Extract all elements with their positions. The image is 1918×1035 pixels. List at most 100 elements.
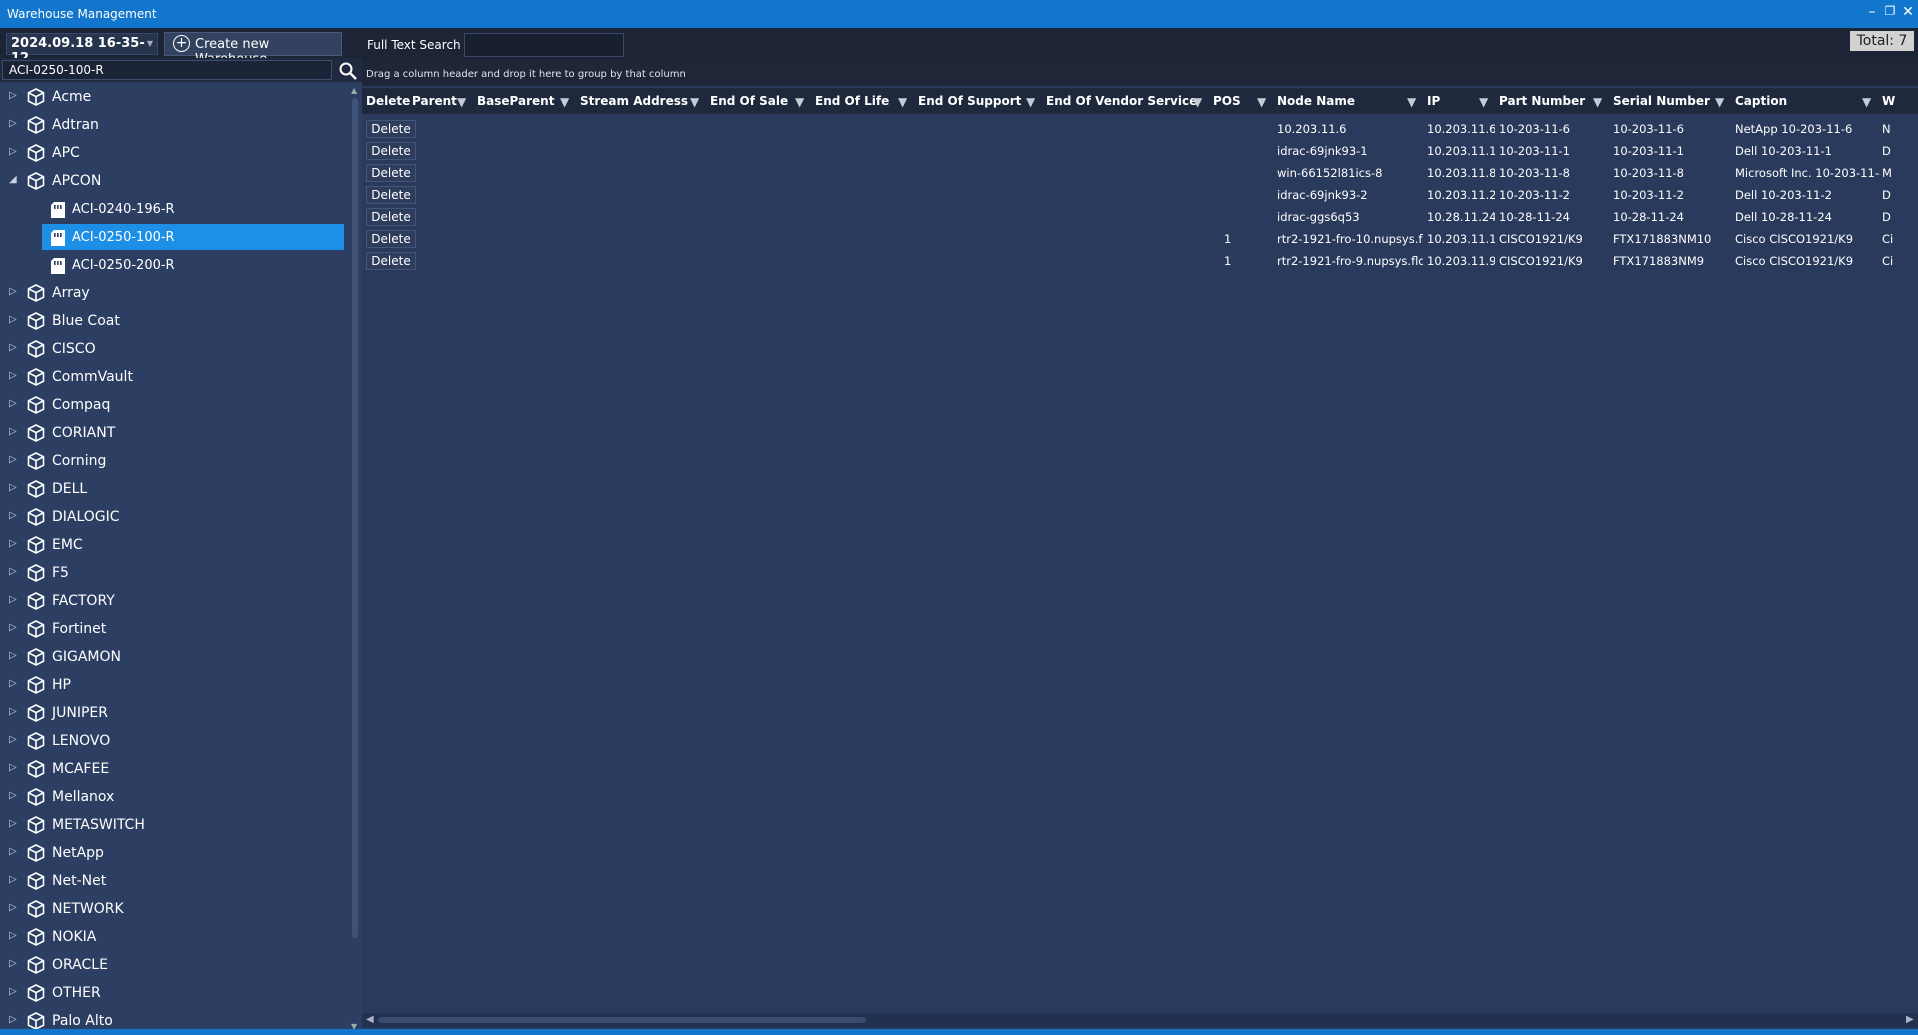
table-row[interactable]: Delete 10.203.11.6 10.203.11.6 10-203-11-6 1… bbox=[362, 118, 1918, 140]
tree-node-vendor[interactable]: ▷ Mellanox bbox=[0, 784, 348, 810]
filter-icon[interactable]: ▼ bbox=[795, 95, 804, 109]
restore-icon[interactable]: ❐ bbox=[1882, 4, 1898, 18]
expanded-arrow-icon[interactable]: ◢ bbox=[9, 174, 17, 185]
tree-scrollbar[interactable]: ▲ ▼ bbox=[349, 84, 361, 1035]
delete-button[interactable]: Delete bbox=[366, 208, 416, 226]
collapsed-arrow-icon[interactable]: ▷ bbox=[9, 370, 17, 381]
collapsed-arrow-icon[interactable]: ▷ bbox=[9, 874, 17, 885]
tree-node-vendor[interactable]: ▷ APC bbox=[0, 140, 348, 166]
delete-button[interactable]: Delete bbox=[366, 164, 416, 182]
filter-icon[interactable]: ▼ bbox=[1715, 95, 1724, 109]
tree-node-vendor[interactable]: ▷ MCAFEE bbox=[0, 756, 348, 782]
table-row[interactable]: Delete 1 rtr2-1921-fro-9.nupsys.flo 10.203.… bbox=[362, 250, 1918, 272]
column-header[interactable]: BaseParent ▼ bbox=[473, 88, 576, 114]
grid-horizontal-scrollbar[interactable]: ◀ ▶ bbox=[362, 1013, 1918, 1027]
table-row[interactable]: Delete win-66152l81ics-8 10.203.11.8 10-203… bbox=[362, 162, 1918, 184]
delete-button[interactable]: Delete bbox=[366, 120, 416, 138]
tree-node-vendor[interactable]: ▷ CommVault bbox=[0, 364, 348, 390]
tree-node-vendor[interactable]: ▷ Acme bbox=[0, 84, 348, 110]
collapsed-arrow-icon[interactable]: ▷ bbox=[9, 398, 17, 409]
collapsed-arrow-icon[interactable]: ▷ bbox=[9, 846, 17, 857]
tree-node-warehouse[interactable]: ACI-0250-100-R bbox=[42, 224, 344, 250]
table-row[interactable]: Delete idrac-69jnk93-2 10.203.11.2 10-203-1… bbox=[362, 184, 1918, 206]
collapsed-arrow-icon[interactable]: ▷ bbox=[9, 622, 17, 633]
collapsed-arrow-icon[interactable]: ▷ bbox=[9, 118, 17, 129]
tree-node-vendor[interactable]: ▷ Array bbox=[0, 280, 348, 306]
tree-node-vendor[interactable]: ▷ ORACLE bbox=[0, 952, 348, 978]
tree-node-vendor[interactable]: ▷ CISCO bbox=[0, 336, 348, 362]
column-header[interactable]: End Of Vendor Service ▼ bbox=[1042, 88, 1209, 114]
group-by-panel[interactable]: Drag a column header and drop it here to… bbox=[362, 62, 1918, 86]
collapsed-arrow-icon[interactable]: ▷ bbox=[9, 706, 17, 717]
delete-button[interactable]: Delete bbox=[366, 252, 416, 270]
filter-icon[interactable]: ▼ bbox=[898, 95, 907, 109]
tree-scroll-thumb[interactable] bbox=[352, 98, 358, 938]
collapsed-arrow-icon[interactable]: ▷ bbox=[9, 790, 17, 801]
collapsed-arrow-icon[interactable]: ▷ bbox=[9, 566, 17, 577]
collapsed-arrow-icon[interactable]: ▷ bbox=[9, 650, 17, 661]
collapsed-arrow-icon[interactable]: ▷ bbox=[9, 146, 17, 157]
scroll-right-icon[interactable]: ▶ bbox=[1906, 1014, 1914, 1025]
tree-node-vendor[interactable]: ▷ NETWORK bbox=[0, 896, 348, 922]
column-header[interactable]: IP ▼ bbox=[1423, 88, 1495, 114]
collapsed-arrow-icon[interactable]: ▷ bbox=[9, 762, 17, 773]
tree-node-vendor[interactable]: ▷ F5 bbox=[0, 560, 348, 586]
tree-node-vendor[interactable]: ▷ Blue Coat bbox=[0, 308, 348, 334]
tree-node-vendor[interactable]: ▷ DELL bbox=[0, 476, 348, 502]
collapsed-arrow-icon[interactable]: ▷ bbox=[9, 958, 17, 969]
full-text-search-input[interactable] bbox=[464, 33, 624, 57]
collapsed-arrow-icon[interactable]: ▷ bbox=[9, 1014, 17, 1025]
column-header[interactable]: Part Number ▼ bbox=[1495, 88, 1609, 114]
collapsed-arrow-icon[interactable]: ▷ bbox=[9, 734, 17, 745]
collapsed-arrow-icon[interactable]: ▷ bbox=[9, 426, 17, 437]
collapsed-arrow-icon[interactable]: ▷ bbox=[9, 930, 17, 941]
column-header[interactable]: End Of Support ▼ bbox=[914, 88, 1042, 114]
filter-icon[interactable]: ▼ bbox=[1257, 95, 1266, 109]
tree-node-vendor[interactable]: ▷ Compaq bbox=[0, 392, 348, 418]
filter-icon[interactable]: ▼ bbox=[1407, 95, 1416, 109]
delete-button[interactable]: Delete bbox=[366, 186, 416, 204]
tree-node-vendor[interactable]: ▷ NetApp bbox=[0, 840, 348, 866]
tree-node-vendor[interactable]: ▷ GIGAMON bbox=[0, 644, 348, 670]
collapsed-arrow-icon[interactable]: ▷ bbox=[9, 90, 17, 101]
minimize-icon[interactable]: – bbox=[1864, 4, 1880, 20]
filter-icon[interactable]: ▼ bbox=[690, 95, 699, 109]
table-row[interactable]: Delete 1 rtr2-1921-fro-10.nupsys.flo 10.203… bbox=[362, 228, 1918, 250]
tree-node-vendor[interactable]: ▷ Net-Net bbox=[0, 868, 348, 894]
create-warehouse-button[interactable]: + Create new Warehouse bbox=[164, 32, 342, 67]
tree-node-vendor[interactable]: ▷ LENOVO bbox=[0, 728, 348, 754]
tree-node-vendor[interactable]: ▷ DIALOGIC bbox=[0, 504, 348, 530]
column-header[interactable]: Stream Address ▼ bbox=[576, 88, 706, 114]
tree-node-vendor[interactable]: ▷ FACTORY bbox=[0, 588, 348, 614]
scroll-up-icon[interactable]: ▲ bbox=[351, 86, 357, 95]
grid-scroll-thumb[interactable] bbox=[378, 1017, 866, 1023]
tree-node-vendor[interactable]: ▷ Fortinet bbox=[0, 616, 348, 642]
collapsed-arrow-icon[interactable]: ▷ bbox=[9, 818, 17, 829]
column-header[interactable]: End Of Life ▼ bbox=[811, 88, 914, 114]
snapshot-date-select[interactable]: 2024.09.18 16-35-12 ▼ bbox=[6, 33, 158, 66]
collapsed-arrow-icon[interactable]: ▷ bbox=[9, 482, 17, 493]
filter-icon[interactable]: ▼ bbox=[1479, 95, 1488, 109]
column-header[interactable]: Delete bbox=[362, 88, 410, 114]
tree-node-vendor[interactable]: ◢ APCON bbox=[0, 168, 348, 194]
tree-node-warehouse[interactable]: ACI-0250-200-R bbox=[42, 252, 344, 278]
tree-node-vendor[interactable]: ▷ EMC bbox=[0, 532, 348, 558]
tree-node-vendor[interactable]: ▷ NOKIA bbox=[0, 924, 348, 950]
collapsed-arrow-icon[interactable]: ▷ bbox=[9, 454, 17, 465]
column-header[interactable]: POS ▼ bbox=[1209, 88, 1273, 114]
tree-node-warehouse[interactable]: ACI-0240-196-R bbox=[42, 196, 344, 222]
column-header[interactable]: End Of Sale ▼ bbox=[706, 88, 811, 114]
collapsed-arrow-icon[interactable]: ▷ bbox=[9, 538, 17, 549]
column-header[interactable]: Serial Number ▼ bbox=[1609, 88, 1731, 114]
tree-node-vendor[interactable]: ▷ JUNIPER bbox=[0, 700, 348, 726]
tree-node-vendor[interactable]: ▷ Corning bbox=[0, 448, 348, 474]
collapsed-arrow-icon[interactable]: ▷ bbox=[9, 678, 17, 689]
collapsed-arrow-icon[interactable]: ▷ bbox=[9, 594, 17, 605]
filter-icon[interactable]: ▼ bbox=[1593, 95, 1602, 109]
tree-node-vendor[interactable]: ▷ HP bbox=[0, 672, 348, 698]
collapsed-arrow-icon[interactable]: ▷ bbox=[9, 342, 17, 353]
column-header[interactable]: Node Name ▼ bbox=[1273, 88, 1423, 114]
scroll-left-icon[interactable]: ◀ bbox=[366, 1014, 374, 1025]
filter-icon[interactable]: ▼ bbox=[1026, 95, 1035, 109]
tree-node-vendor[interactable]: ▷ METASWITCH bbox=[0, 812, 348, 838]
